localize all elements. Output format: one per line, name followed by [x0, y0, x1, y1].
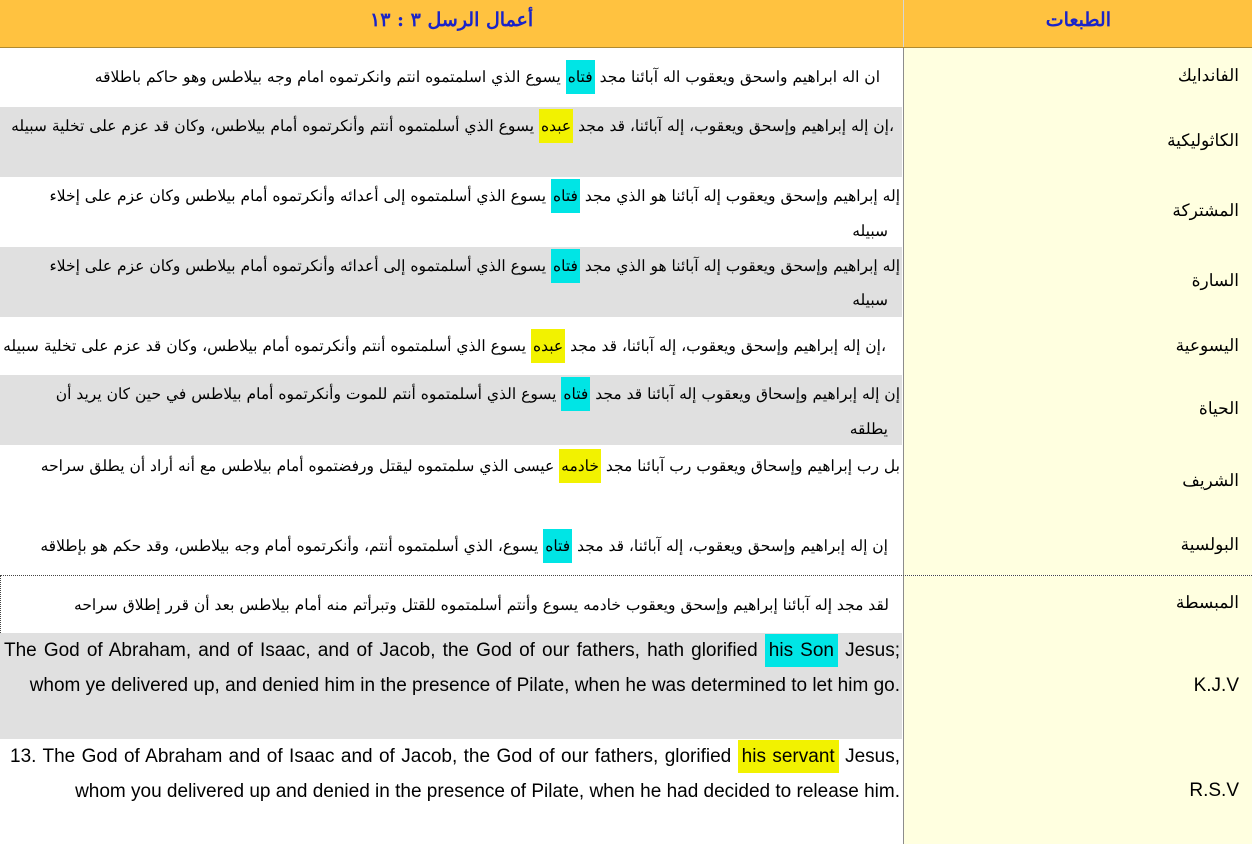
highlighted-word: فتاه [550, 179, 580, 213]
highlighted-word: عبده [538, 109, 574, 143]
verse-text: إله إبراهيم وإسحق ويعقوب إله آبائنا هو ا… [579, 257, 900, 275]
version-row: 13. The God of Abraham and of Isaac and … [0, 739, 1252, 844]
version-name-cell: الفاندايك [903, 48, 1252, 107]
highlighted-word: فتاه [543, 529, 573, 563]
verse-line: إن إله إبراهيم وإسحاق ويعقوب إله آبائنا … [56, 377, 900, 412]
version-name-cell: السارة [903, 247, 1252, 317]
verse-text: لقد مجد إله آبائنا إبراهيم وإسحق ويعقوب … [74, 596, 889, 614]
verse-line: يطلقه [850, 412, 888, 447]
verse-line: سبيله [852, 283, 888, 318]
verse-text: بل رب إبراهيم وإسحاق ويعقوب رب آبائنا مج… [600, 457, 900, 475]
verse-text: إله إبراهيم وإسحق ويعقوب إله آبائنا هو ا… [579, 187, 900, 205]
verse-cell: إن إله إبراهيم وإسحاق ويعقوب إله آبائنا … [0, 375, 902, 445]
highlighted-word: his servant [737, 740, 839, 773]
highlighted-word: فتاه [561, 377, 591, 411]
version-name-cell: المشتركة [903, 177, 1252, 247]
verse-cell: The God of Abraham, and of Isaac, and of… [0, 633, 902, 739]
version-name-cell: الكاثوليكية [903, 107, 1252, 177]
verse-paragraph: 13. The God of Abraham and of Isaac and … [10, 739, 900, 809]
version-name: المشتركة [1172, 201, 1239, 221]
version-name-cell: R.S.V [903, 739, 1252, 844]
verse-cell: ،إن إله إبراهيم وإسحق ويعقوب، إله آبائنا… [0, 317, 902, 375]
highlighted-word: his Son [764, 634, 838, 667]
verse-line: إله إبراهيم وإسحق ويعقوب إله آبائنا هو ا… [49, 179, 900, 214]
verse-text: إن إله إبراهيم وإسحاق ويعقوب إله آبائنا … [590, 385, 900, 403]
version-name: البولسية [1180, 535, 1239, 555]
version-name: الفاندايك [1177, 66, 1239, 86]
verse-cell: ان اله ابراهيم واسحق ويعقوب اله آبائنا م… [0, 48, 902, 107]
highlighted-word: عبده [530, 329, 566, 363]
verse-comparison-sheet: أعمال الرسل ٣ : ١٣ الطبعات ان اله ابراهي… [0, 0, 1252, 844]
version-row: إن إله إبراهيم وإسحاق ويعقوب إله آبائنا … [0, 375, 1252, 445]
version-row: لقد مجد إله آبائنا إبراهيم وإسحق ويعقوب … [0, 575, 1252, 634]
verse-line: ،إن إله إبراهيم وإسحق ويعقوب، إله آبائنا… [3, 329, 886, 364]
verse-text: يسوع الذي أسلمتموه أنتم وأنكرتموه أمام ب… [3, 337, 531, 355]
highlighted-word: خادمه [559, 449, 601, 483]
version-row: The God of Abraham, and of Isaac, and of… [0, 633, 1252, 739]
verse-text: سبيله [852, 222, 888, 240]
version-name: السارة [1191, 271, 1239, 291]
reference-header-cell: أعمال الرسل ٣ : ١٣ [0, 0, 902, 47]
version-row: ،إن إله إبراهيم وإسحق ويعقوب، إله آبائنا… [0, 107, 1252, 177]
verse-text: يطلقه [849, 420, 888, 438]
version-name-cell: الشريف [903, 445, 1252, 517]
highlighted-word: فتاه [565, 60, 595, 94]
verse-text: يسوع الذي أسلمتموه أنتم وأنكرتموه أمام ب… [11, 117, 539, 135]
verse-cell: 13. The God of Abraham and of Isaac and … [0, 739, 902, 844]
verse-cell: ،إن إله إبراهيم وإسحق ويعقوب، إله آبائنا… [0, 107, 902, 177]
version-name-cell: المبسطة [903, 576, 1252, 633]
verse-text: يسوع الذي أسلمتموه أنتم للموت وأنكرتموه … [55, 385, 562, 403]
version-row: بل رب إبراهيم وإسحاق ويعقوب رب آبائنا مج… [0, 445, 1252, 517]
reference-title: أعمال الرسل ٣ : ١٣ [370, 9, 534, 31]
verse-text: إن إله إبراهيم وإسحق ويعقوب، إله آبائنا،… [572, 537, 888, 555]
version-name-cell: الحياة [903, 375, 1252, 445]
version-name: K.J.V [1193, 675, 1239, 696]
version-row: إله إبراهيم وإسحق ويعقوب إله آبائنا هو ا… [0, 247, 1252, 317]
version-name-cell: K.J.V [903, 633, 1252, 739]
verse-text: ،إن إله إبراهيم وإسحق ويعقوب، إله آبائنا… [565, 337, 886, 355]
verse-cell: بل رب إبراهيم وإسحاق ويعقوب رب آبائنا مج… [0, 445, 902, 517]
version-row: ان اله ابراهيم واسحق ويعقوب اله آبائنا م… [0, 48, 1252, 107]
header-row: أعمال الرسل ٣ : ١٣ الطبعات [0, 0, 1252, 48]
version-name: R.S.V [1189, 780, 1239, 801]
verse-cell: إن إله إبراهيم وإسحق ويعقوب، إله آبائنا،… [0, 517, 902, 575]
highlighted-word: فتاه [550, 249, 580, 283]
version-name: المبسطة [1175, 593, 1239, 613]
verse-line: ان اله ابراهيم واسحق ويعقوب اله آبائنا م… [95, 60, 880, 95]
version-name-cell: البولسية [903, 517, 1252, 575]
version-name-cell: اليسوعية [903, 317, 1252, 375]
verse-cell: لقد مجد إله آبائنا إبراهيم وإسحق ويعقوب … [0, 576, 903, 633]
verse-line: إن إله إبراهيم وإسحق ويعقوب، إله آبائنا،… [40, 529, 888, 564]
versions-header-cell: الطبعات [903, 0, 1252, 47]
verse-text: يسوع، الذي أسلمتموه أنتم، وأنكرتموه أمام… [40, 537, 544, 555]
verse-text: ان اله ابراهيم واسحق ويعقوب اله آبائنا م… [594, 68, 880, 86]
verse-text: يسوع الذي أسلمتموه إلى أعدائه وأنكرتموه … [49, 257, 551, 275]
version-name: الشريف [1182, 471, 1239, 491]
version-name: اليسوعية [1175, 336, 1239, 356]
verse-line: ،إن إله إبراهيم وإسحق ويعقوب، إله آبائنا… [11, 109, 894, 144]
version-name: الكاثوليكية [1167, 131, 1239, 151]
version-row: ،إن إله إبراهيم وإسحق ويعقوب، إله آبائنا… [0, 317, 1252, 375]
verse-line: بل رب إبراهيم وإسحاق ويعقوب رب آبائنا مج… [41, 449, 900, 484]
verse-text: ،إن إله إبراهيم وإسحق ويعقوب، إله آبائنا… [573, 117, 894, 135]
versions-title: الطبعات [1045, 9, 1111, 31]
version-row: إن إله إبراهيم وإسحق ويعقوب، إله آبائنا،… [0, 517, 1252, 575]
verse-cell: إله إبراهيم وإسحق ويعقوب إله آبائنا هو ا… [0, 247, 902, 317]
version-name: الحياة [1198, 399, 1239, 419]
verse-text: 13. The God of Abraham and of Isaac and … [10, 746, 738, 767]
version-row: إله إبراهيم وإسحق ويعقوب إله آبائنا هو ا… [0, 177, 1252, 247]
verse-line: لقد مجد إله آبائنا إبراهيم وإسحق ويعقوب … [74, 588, 889, 623]
verse-line: سبيله [852, 214, 888, 249]
verse-text: سبيله [852, 291, 888, 309]
verse-text: يسوع الذي اسلمتموه انتم وانكرتموه امام و… [94, 68, 566, 86]
verse-text: عيسى الذي سلمتموه ليقتل ورفضتموه أمام بي… [40, 457, 560, 475]
verse-paragraph: The God of Abraham, and of Isaac, and of… [4, 633, 900, 703]
verse-cell: إله إبراهيم وإسحق ويعقوب إله آبائنا هو ا… [0, 177, 902, 247]
verse-text: يسوع الذي أسلمتموه إلى أعدائه وأنكرتموه … [49, 187, 551, 205]
verse-line: إله إبراهيم وإسحق ويعقوب إله آبائنا هو ا… [49, 249, 900, 284]
verse-text: The God of Abraham, and of Isaac, and of… [4, 640, 765, 661]
